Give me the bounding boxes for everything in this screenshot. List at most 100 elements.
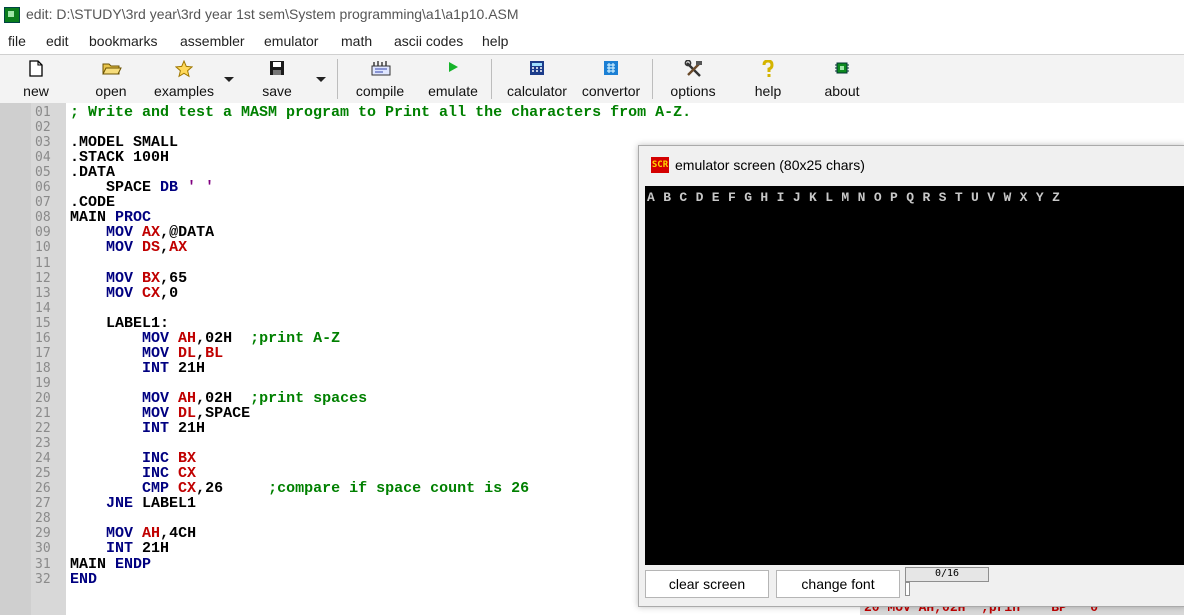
menu-ascii-codes[interactable]: ascii codes — [394, 33, 463, 49]
line-numbers: 01 02 03 04 05 06 07 08 09 10 11 12 13 14 15 16 17 18 19 20… — [31, 103, 66, 615]
line-number: 04 — [35, 150, 51, 166]
examples-dropdown-arrow-icon[interactable] — [224, 77, 234, 82]
line-number: 19 — [35, 375, 51, 391]
code-token: LABEL1 — [133, 495, 197, 513]
code-line: SPACE DB ' ' — [70, 180, 214, 195]
menu-edit[interactable]: edit — [46, 33, 69, 49]
new-button[interactable]: new — [8, 57, 64, 101]
about-button[interactable]: about — [816, 57, 868, 101]
menu-bar: file edit bookmarks assembler emulator m… — [0, 31, 1184, 53]
buffer-counter: 0/16 — [905, 567, 989, 582]
calculator-button[interactable]: calculator — [500, 57, 574, 101]
new-file-icon — [27, 60, 45, 78]
line-number: 15 — [35, 315, 51, 331]
line-number: 21 — [35, 406, 51, 421]
line-number: 10 — [35, 240, 51, 256]
calculator-label: calculator — [507, 83, 567, 99]
menu-assembler[interactable]: assembler — [180, 33, 245, 49]
editor-gutter — [0, 103, 31, 615]
emulator-screen-icon: SCR — [651, 157, 669, 173]
emulator-display[interactable]: A B C D E F G H I J K L M N O P Q R S T … — [645, 186, 1184, 565]
code-line: END — [70, 572, 97, 587]
help-label: help — [754, 83, 782, 99]
code-token: AX — [169, 239, 188, 257]
toolbar-separator — [337, 59, 338, 99]
line-number: 13 — [35, 285, 51, 301]
code-token: ENDP — [115, 555, 152, 573]
code-line: LABEL1: — [70, 316, 169, 331]
emulate-label: emulate — [428, 83, 478, 99]
examples-button[interactable]: examples — [148, 57, 220, 101]
code-line: MOV BX,65 — [70, 271, 187, 286]
code-line: INC CX — [70, 466, 196, 481]
code-line: ; Write and test a MASM program to Print… — [70, 105, 691, 120]
line-number: 25 — [35, 466, 51, 482]
line-number: 18 — [35, 360, 51, 376]
compile-icon — [371, 60, 391, 78]
line-number: 20 — [35, 390, 51, 406]
code-line: INT 21H — [70, 361, 205, 376]
compile-button[interactable]: compile — [346, 57, 414, 101]
options-button[interactable]: options — [664, 57, 722, 101]
help-question-icon — [759, 59, 777, 78]
code-line: MOV AX,@DATA — [70, 225, 214, 240]
save-button[interactable]: save — [252, 57, 302, 101]
line-number: 12 — [35, 270, 51, 286]
code-line: MAIN ENDP — [70, 557, 151, 572]
open-button[interactable]: open — [86, 57, 136, 101]
code-line: .DATA — [70, 165, 115, 180]
code-token: ;print spaces — [250, 389, 368, 407]
menu-math[interactable]: math — [341, 33, 372, 49]
help-button[interactable]: help — [746, 57, 790, 101]
code-token: JNE — [106, 495, 134, 513]
line-number: 14 — [35, 300, 51, 316]
chip-icon — [833, 60, 851, 78]
title-bar: edit: D:\STUDY\3rd year\3rd year 1st sem… — [0, 0, 1184, 30]
line-number: 32 — [35, 571, 51, 587]
line-number: 11 — [35, 255, 51, 271]
open-label: open — [95, 83, 127, 99]
emulator-screen-window[interactable]: SCR emulator screen (80x25 chars) A B C … — [638, 145, 1184, 607]
code-token: , — [160, 239, 170, 257]
convertor-button[interactable]: convertor — [576, 57, 646, 101]
new-label: new — [23, 83, 49, 99]
line-number: 24 — [35, 451, 51, 467]
line-number: 29 — [35, 526, 51, 542]
clear-screen-button[interactable]: clear screen — [645, 570, 769, 598]
window-title: edit: D:\STUDY\3rd year\3rd year 1st sem… — [26, 6, 519, 22]
open-folder-icon — [102, 60, 122, 78]
menu-bookmarks[interactable]: bookmarks — [89, 33, 157, 49]
menu-emulator[interactable]: emulator — [264, 33, 318, 49]
line-number: 06 — [35, 180, 51, 196]
code-token: 21H — [169, 359, 206, 377]
code-token: INT — [142, 359, 170, 377]
code-token: CX — [142, 284, 161, 302]
line-number: 02 — [35, 120, 51, 136]
line-number: 28 — [35, 511, 51, 527]
code-token: DS — [142, 239, 161, 257]
toolbar: new open examples save compile emulate c… — [0, 54, 1184, 104]
tools-icon — [684, 59, 702, 78]
emulator-screen-title: emulator screen (80x25 chars) — [675, 157, 865, 173]
emu8086-app-icon — [4, 7, 20, 23]
save-dropdown-arrow-icon[interactable] — [316, 77, 326, 82]
change-font-button[interactable]: change font — [776, 570, 900, 598]
line-number: 08 — [35, 210, 51, 226]
line-number: 17 — [35, 345, 51, 361]
menu-help[interactable]: help — [482, 33, 508, 49]
code-token: ;print A-Z — [250, 329, 341, 347]
about-label: about — [824, 83, 860, 99]
examples-label: examples — [154, 83, 214, 99]
code-token: MOV — [106, 284, 134, 302]
code-line: INT 21H — [70, 541, 169, 556]
toolbar-separator — [652, 59, 653, 99]
menu-file[interactable]: file — [8, 33, 26, 49]
code-token: ' ' — [178, 179, 215, 197]
buffer-scroll-indicator[interactable] — [905, 582, 910, 596]
code-line: MOV AH,02H ;print spaces — [70, 391, 367, 406]
code-token: BL — [205, 344, 224, 362]
floppy-disk-icon — [268, 60, 286, 78]
emulate-button[interactable]: emulate — [422, 57, 484, 101]
